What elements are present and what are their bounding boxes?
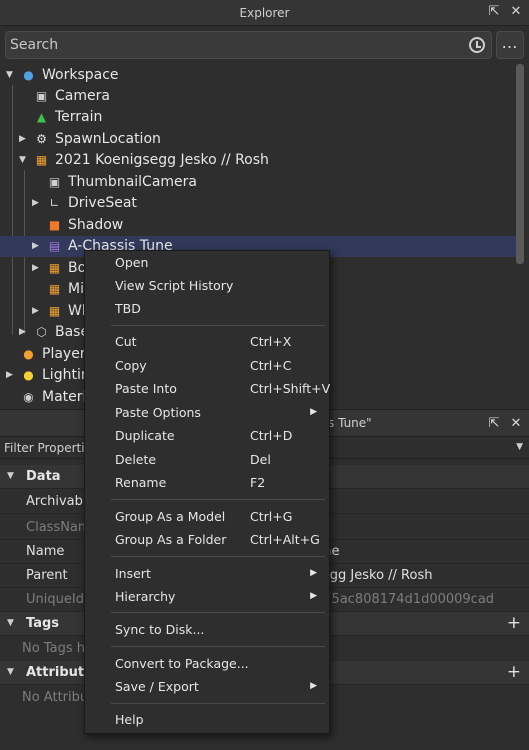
menu-item-copy[interactable]: Copy Ctrl+C bbox=[85, 355, 329, 377]
menu-item-group-as-folder[interactable]: Group As a Folder Ctrl+Alt+G bbox=[85, 529, 329, 551]
context-menu: Open View Script History TBD Cut Ctrl+X … bbox=[84, 250, 330, 734]
menu-item-group-as-model[interactable]: Group As a Model Ctrl+G bbox=[85, 506, 329, 528]
model-icon: ▦ bbox=[48, 261, 61, 275]
add-tag-icon[interactable]: + bbox=[507, 613, 521, 633]
menu-separator bbox=[111, 556, 325, 557]
globe-icon: ● bbox=[23, 68, 34, 82]
menu-item-rename[interactable]: Rename F2 bbox=[85, 472, 329, 494]
chevron-down-icon[interactable]: ▼ bbox=[7, 618, 14, 628]
search-row: … bbox=[0, 26, 529, 64]
chevron-down-icon[interactable]: ▼ bbox=[6, 70, 16, 80]
more-button[interactable]: … bbox=[496, 31, 524, 59]
model-icon: ▦ bbox=[48, 304, 61, 318]
explorer-title: Explorer bbox=[239, 6, 290, 20]
chevron-down-icon[interactable]: ▼ bbox=[7, 667, 14, 677]
tree-item-terrain[interactable]: ▲ Terrain bbox=[0, 107, 516, 128]
undock-icon[interactable]: ⇱ bbox=[487, 417, 501, 431]
submenu-arrow-icon: ▶ bbox=[310, 681, 317, 691]
chevron-right-icon[interactable]: ▶ bbox=[32, 198, 42, 208]
menu-item-insert[interactable]: Insert ▶ bbox=[85, 563, 329, 585]
part-icon: ■ bbox=[48, 218, 61, 232]
search-box[interactable] bbox=[5, 31, 492, 59]
menu-item-paste-into[interactable]: Paste Into Ctrl+Shift+V bbox=[85, 378, 330, 400]
tree-item-spawnlocation[interactable]: ▶ ⚙ SpawnLocation bbox=[0, 129, 516, 150]
chevron-down-icon[interactable]: ▼ bbox=[516, 442, 523, 452]
tree-item-driveseat[interactable]: ▶ ∟ DriveSeat bbox=[0, 193, 516, 214]
tree-item-thumbnailcamera[interactable]: ▣ ThumbnailCamera bbox=[0, 172, 516, 193]
tree-item-camera[interactable]: ▣ Camera bbox=[0, 86, 516, 107]
seat-icon: ∟ bbox=[49, 196, 60, 210]
part-icon: ⬡ bbox=[36, 325, 47, 339]
players-icon: ● bbox=[23, 347, 34, 361]
camera-icon: ▣ bbox=[35, 89, 48, 103]
menu-item-save-export[interactable]: Save / Export ▶ bbox=[85, 676, 329, 698]
chevron-right-icon[interactable]: ▶ bbox=[32, 306, 42, 316]
menu-item-open[interactable]: Open bbox=[85, 252, 329, 274]
submenu-arrow-icon: ▶ bbox=[310, 591, 317, 601]
menu-item-paste-options[interactable]: Paste Options ▶ bbox=[85, 402, 329, 424]
submenu-arrow-icon: ▶ bbox=[310, 568, 317, 578]
close-icon[interactable]: ✕ bbox=[509, 417, 523, 431]
chevron-right-icon[interactable]: ▶ bbox=[6, 370, 16, 380]
chevron-down-icon[interactable]: ▼ bbox=[19, 155, 29, 165]
menu-item-hierarchy[interactable]: Hierarchy ▶ bbox=[85, 586, 329, 608]
menu-item-help[interactable]: Help bbox=[85, 709, 329, 731]
chevron-right-icon[interactable]: ▶ bbox=[19, 327, 29, 337]
menu-separator bbox=[111, 612, 325, 613]
menu-item-convert-to-package[interactable]: Convert to Package... bbox=[85, 653, 329, 675]
menu-separator bbox=[111, 703, 325, 704]
undock-icon[interactable]: ⇱ bbox=[487, 5, 501, 19]
add-attribute-icon[interactable]: + bbox=[507, 662, 521, 682]
menu-separator bbox=[111, 646, 325, 647]
menu-item-sync-to-disk[interactable]: Sync to Disk... bbox=[85, 619, 329, 641]
terrain-icon: ▲ bbox=[36, 110, 47, 124]
history-icon[interactable] bbox=[469, 37, 485, 53]
chevron-right-icon[interactable]: ▶ bbox=[32, 263, 42, 273]
search-input[interactable] bbox=[10, 34, 460, 56]
close-icon[interactable]: ✕ bbox=[509, 5, 523, 19]
camera-icon: ▣ bbox=[48, 175, 61, 189]
submenu-arrow-icon: ▶ bbox=[310, 407, 317, 417]
explorer-scrollbar[interactable] bbox=[516, 64, 524, 264]
explorer-titlebar: Explorer ⇱ ✕ bbox=[0, 0, 529, 26]
tree-item-workspace[interactable]: ▼ ● Workspace bbox=[0, 65, 516, 86]
chevron-down-icon[interactable]: ▼ bbox=[7, 471, 14, 481]
chevron-right-icon[interactable]: ▶ bbox=[19, 134, 29, 144]
spawn-icon: ⚙ bbox=[36, 132, 47, 146]
menu-item-duplicate[interactable]: Duplicate Ctrl+D bbox=[85, 425, 329, 447]
menu-item-cut[interactable]: Cut Ctrl+X bbox=[85, 331, 329, 353]
tree-item-koenigsegg[interactable]: ▼ ▦ 2021 Koenigsegg Jesko // Rosh bbox=[0, 150, 516, 171]
model-icon: ▦ bbox=[48, 282, 61, 296]
menu-item-tbd[interactable]: TBD bbox=[85, 298, 329, 320]
menu-separator bbox=[111, 499, 325, 500]
menu-separator bbox=[111, 325, 325, 326]
lightbulb-icon: ● bbox=[23, 368, 34, 382]
menu-item-view-script-history[interactable]: View Script History bbox=[85, 275, 329, 297]
tree-item-shadow[interactable]: ■ Shadow bbox=[0, 215, 516, 236]
chevron-right-icon[interactable]: ▶ bbox=[32, 241, 42, 251]
properties-title: s Tune" bbox=[328, 416, 372, 430]
model-icon: ▦ bbox=[35, 153, 48, 167]
material-icon: ◉ bbox=[23, 390, 34, 404]
menu-item-delete[interactable]: Delete Del bbox=[85, 449, 329, 471]
script-icon: ▤ bbox=[48, 239, 61, 253]
